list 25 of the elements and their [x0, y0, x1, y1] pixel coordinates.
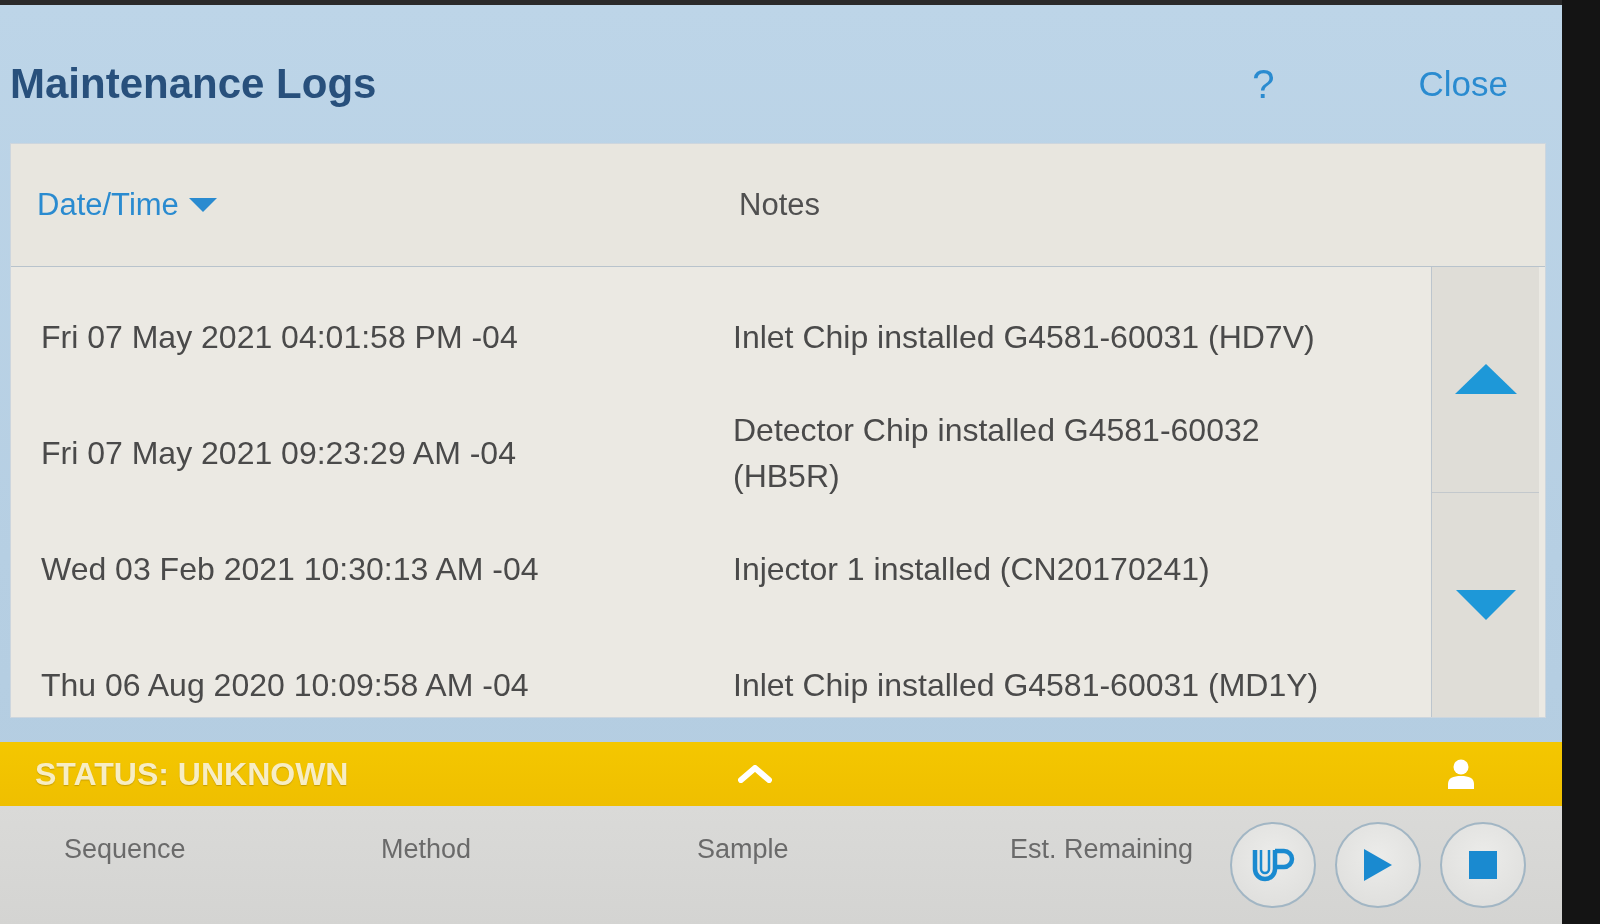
- field-label: Sample: [697, 833, 790, 865]
- status-text: STATUS: UNKNOWN: [35, 755, 349, 793]
- field-label: Sequence: [64, 833, 187, 865]
- date-time-text: Wed 03 Feb 2021 10:30:13 AM -04: [41, 550, 539, 587]
- triangle-up-icon: [1454, 364, 1517, 395]
- note-text: Detector Chip installed G4581-60032 (HB5R): [733, 410, 1261, 496]
- play-icon: [1364, 849, 1392, 881]
- stop-icon: [1469, 851, 1497, 879]
- note-text: Inlet Chip installed G4581-60031 (MD1Y): [733, 665, 1319, 705]
- note-text: Inlet Chip installed G4581-60031 (HD7V): [733, 317, 1315, 357]
- user-icon[interactable]: [1448, 759, 1474, 789]
- caret-up-icon[interactable]: [737, 765, 772, 783]
- tube-icon: [1250, 847, 1296, 883]
- help-button[interactable]: ?: [1248, 61, 1279, 107]
- note-text: Injector 1 installed (CN20170241): [733, 549, 1210, 589]
- close-button[interactable]: Close: [1418, 64, 1508, 104]
- field-label: Method: [381, 833, 473, 865]
- date-time-text: Thu 06 Aug 2020 10:09:58 AM -04: [41, 666, 529, 703]
- triangle-down-icon: [1455, 589, 1516, 620]
- window-title: Maintenance Logs: [10, 60, 377, 108]
- column-header[interactable]: Date/Time: [31, 183, 223, 227]
- column-header[interactable]: Notes: [733, 183, 826, 227]
- date-time-text: Fri 07 May 2021 04:01:58 PM -04: [41, 318, 518, 355]
- date-time-text: Fri 07 May 2021 09:23:29 AM -04: [41, 434, 516, 471]
- field-label: Est. Remaining: [1010, 833, 1195, 865]
